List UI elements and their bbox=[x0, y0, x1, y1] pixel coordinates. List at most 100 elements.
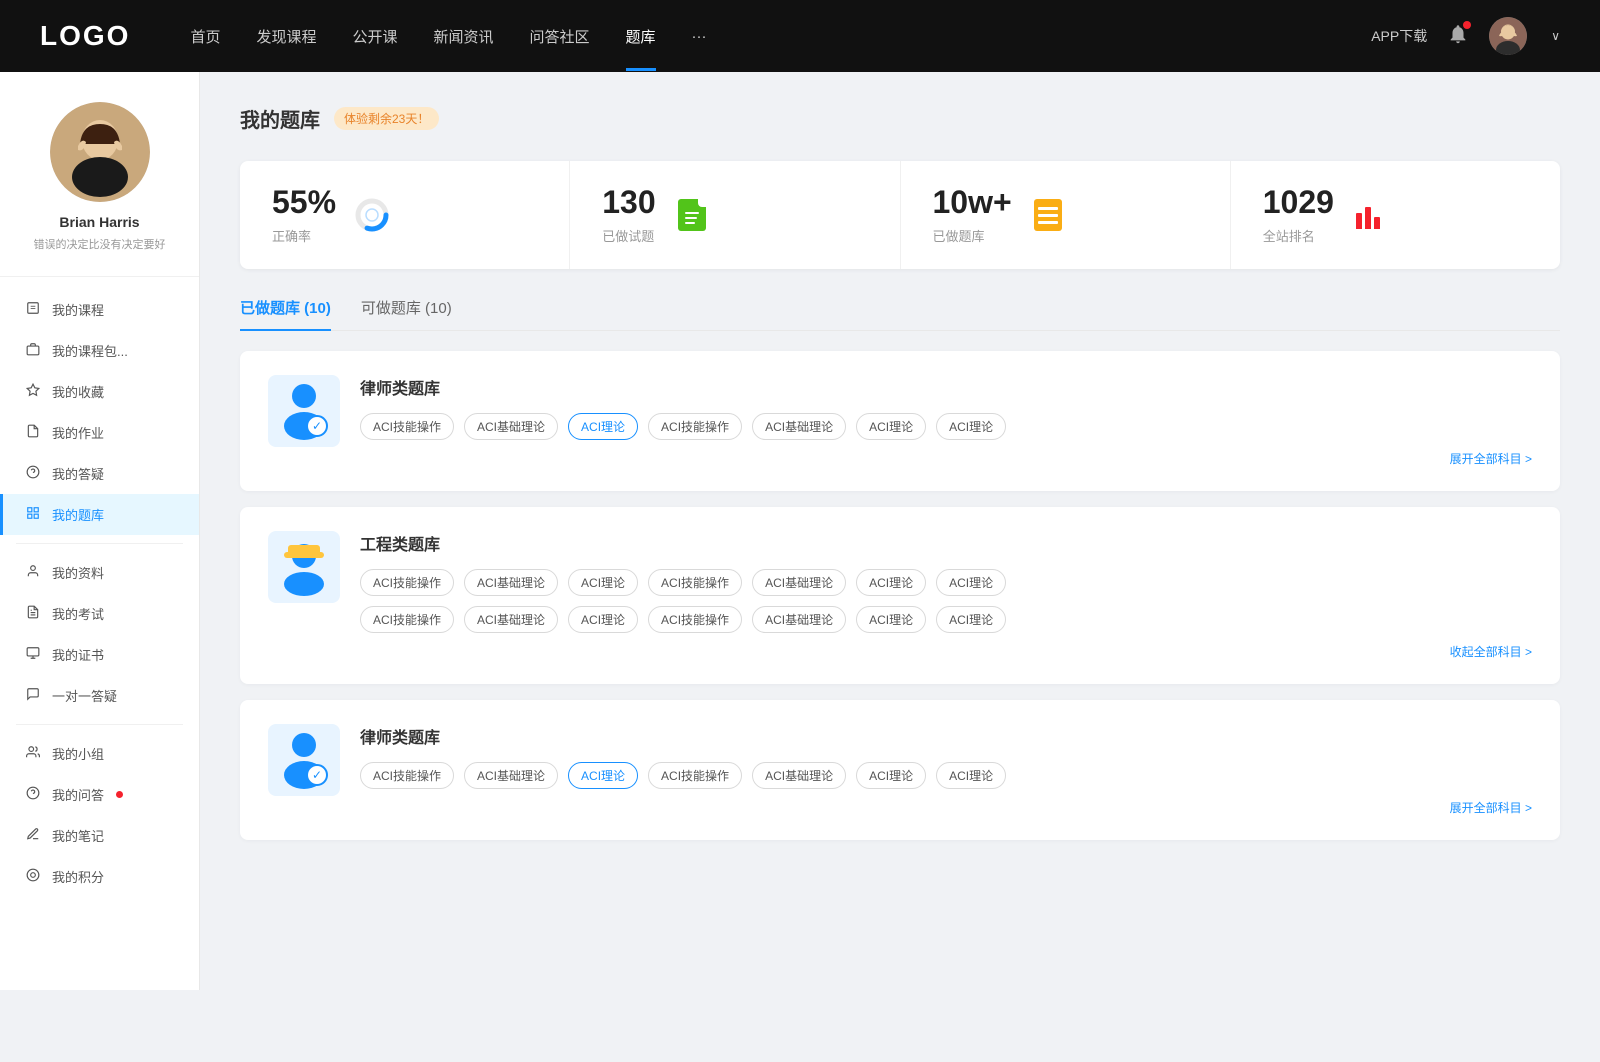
app-download-button[interactable]: APP下载 bbox=[1371, 26, 1427, 46]
sidebar-item-qanda-label: 我的答疑 bbox=[52, 464, 104, 483]
qbank-tag-1-3[interactable]: ACI技能操作 bbox=[648, 413, 742, 440]
qbank-tag-1-4[interactable]: ACI基础理论 bbox=[752, 413, 846, 440]
sidebar-item-courses[interactable]: 我的课程 bbox=[0, 289, 199, 330]
qa-notification-dot bbox=[116, 791, 123, 798]
qbank-tag-2-1[interactable]: ACI基础理论 bbox=[464, 569, 558, 596]
page-header: 我的题库 体验剩余23天！ bbox=[240, 104, 1560, 133]
nav-item-more[interactable]: ··· bbox=[692, 28, 707, 45]
qbank-content-1: 律师类题库 ACI技能操作 ACI基础理论 ACI理论 ACI技能操作 ACI基… bbox=[360, 375, 1532, 467]
nav-item-open[interactable]: 公开课 bbox=[352, 26, 397, 47]
bar-3 bbox=[1374, 217, 1380, 229]
nav-item-news[interactable]: 新闻资讯 bbox=[434, 26, 494, 47]
sidebar-item-courses-label: 我的课程 bbox=[52, 300, 104, 319]
doc-line-1 bbox=[685, 212, 699, 214]
qbank-tag-2r2-0[interactable]: ACI技能操作 bbox=[360, 606, 454, 633]
sidebar-item-exam[interactable]: 我的考试 bbox=[0, 593, 199, 634]
nav-item-discover[interactable]: 发现课程 bbox=[256, 26, 316, 47]
favorites-icon bbox=[24, 383, 42, 400]
lawyer-icon-svg-2: ✓ bbox=[278, 731, 330, 789]
qbank-tag-2r2-5[interactable]: ACI理论 bbox=[856, 606, 926, 633]
sidebar-item-my-qa[interactable]: 我的问答 bbox=[0, 774, 199, 815]
qbank-tag-2r2-4[interactable]: ACI基础理论 bbox=[752, 606, 846, 633]
trial-badge: 体验剩余23天！ bbox=[334, 107, 439, 130]
nav-item-qa[interactable]: 问答社区 bbox=[530, 26, 590, 47]
qbank-title-3: 律师类题库 bbox=[360, 724, 1532, 748]
list-line-3 bbox=[1038, 221, 1058, 224]
sidebar-item-profile[interactable]: 我的资料 bbox=[0, 552, 199, 593]
qbank-content-3: 律师类题库 ACI技能操作 ACI基础理论 ACI理论 ACI技能操作 ACI基… bbox=[360, 724, 1532, 816]
sidebar-item-qbank[interactable]: 我的题库 bbox=[0, 494, 199, 535]
sidebar-item-1on1[interactable]: 一对一答疑 bbox=[0, 675, 199, 716]
qbank-tag-2-3[interactable]: ACI技能操作 bbox=[648, 569, 742, 596]
qbank-tag-2r2-3[interactable]: ACI技能操作 bbox=[648, 606, 742, 633]
stat-icon-questions bbox=[672, 195, 712, 235]
sidebar-item-points[interactable]: 我的积分 bbox=[0, 856, 199, 897]
qbank-tag-1-1[interactable]: ACI基础理论 bbox=[464, 413, 558, 440]
sidebar-item-packages-label: 我的课程包... bbox=[52, 341, 128, 360]
qbank-card-header-2: 工程类题库 ACI技能操作 ACI基础理论 ACI理论 ACI技能操作 ACI基… bbox=[268, 531, 1532, 660]
qbank-tag-3-0[interactable]: ACI技能操作 bbox=[360, 762, 454, 789]
sidebar-item-certificate[interactable]: 我的证书 bbox=[0, 634, 199, 675]
qbank-tag-1-6[interactable]: ACI理论 bbox=[936, 413, 1006, 440]
qbank-tag-3-2[interactable]: ACI理论 bbox=[568, 762, 638, 789]
nav-item-qbank[interactable]: 题库 bbox=[626, 26, 656, 47]
doc-line-2 bbox=[685, 217, 697, 219]
qbank-tag-2-2[interactable]: ACI理论 bbox=[568, 569, 638, 596]
qbank-expand-link-1[interactable]: 展开全部科目 > bbox=[360, 450, 1532, 467]
notification-bell[interactable] bbox=[1447, 23, 1469, 50]
qbank-tag-2-6[interactable]: ACI理论 bbox=[936, 569, 1006, 596]
qbank-tag-2r2-1[interactable]: ACI基础理论 bbox=[464, 606, 558, 633]
qbank-icon-wrap-1: ✓ bbox=[268, 375, 340, 447]
groups-icon bbox=[24, 745, 42, 762]
qbank-tag-3-4[interactable]: ACI基础理论 bbox=[752, 762, 846, 789]
bar-1 bbox=[1356, 213, 1362, 229]
qbank-icon bbox=[24, 506, 42, 523]
qbank-title-1: 律师类题库 bbox=[360, 375, 1532, 399]
qbank-tag-2-0[interactable]: ACI技能操作 bbox=[360, 569, 454, 596]
qbank-expand-link-3[interactable]: 展开全部科目 > bbox=[360, 799, 1532, 816]
qbank-tag-3-3[interactable]: ACI技能操作 bbox=[648, 762, 742, 789]
qbank-tag-3-5[interactable]: ACI理论 bbox=[856, 762, 926, 789]
sidebar-item-groups[interactable]: 我的小组 bbox=[0, 733, 199, 774]
sidebar-item-course-packages[interactable]: 我的课程包... bbox=[0, 330, 199, 371]
certificate-icon bbox=[24, 646, 42, 663]
tab-available-banks[interactable]: 可做题库 (10) bbox=[361, 297, 452, 330]
qbank-tag-2r2-6[interactable]: ACI理论 bbox=[936, 606, 1006, 633]
qbank-tag-1-5[interactable]: ACI理论 bbox=[856, 413, 926, 440]
sidebar-item-favorites[interactable]: 我的收藏 bbox=[0, 371, 199, 412]
sidebar-item-homework[interactable]: 我的作业 bbox=[0, 412, 199, 453]
tab-done-banks[interactable]: 已做题库 (10) bbox=[240, 297, 331, 330]
user-menu-chevron[interactable]: ∨ bbox=[1551, 29, 1560, 43]
nav-menu: 首页 发现课程 公开课 新闻资讯 问答社区 题库 ··· bbox=[190, 26, 1371, 47]
qbank-tag-2r2-2[interactable]: ACI理论 bbox=[568, 606, 638, 633]
notes-icon bbox=[24, 827, 42, 844]
qbank-tag-1-0[interactable]: ACI技能操作 bbox=[360, 413, 454, 440]
qbank-tag-2-4[interactable]: ACI基础理论 bbox=[752, 569, 846, 596]
svg-text:✓: ✓ bbox=[312, 768, 322, 782]
nav-item-home[interactable]: 首页 bbox=[190, 26, 220, 47]
qbank-card-lawyer-1: ✓ 律师类题库 ACI技能操作 ACI基础理论 ACI理论 ACI技能操作 AC… bbox=[240, 351, 1560, 491]
tabs-row: 已做题库 (10) 可做题库 (10) bbox=[240, 297, 1560, 331]
sidebar-item-notes[interactable]: 我的笔记 bbox=[0, 815, 199, 856]
qbank-tags-2-row1: ACI技能操作 ACI基础理论 ACI理论 ACI技能操作 ACI基础理论 AC… bbox=[360, 569, 1532, 596]
stat-value-questions: 130 bbox=[602, 185, 655, 220]
stat-text-questions: 130 已做试题 bbox=[602, 185, 655, 245]
stat-label-ranking: 全站排名 bbox=[1263, 226, 1334, 245]
qbank-tag-3-1[interactable]: ACI基础理论 bbox=[464, 762, 558, 789]
qbank-tag-3-6[interactable]: ACI理论 bbox=[936, 762, 1006, 789]
sidebar-item-my-qa-label: 我的问答 bbox=[52, 785, 104, 804]
qbank-expand-link-2[interactable]: 收起全部科目 > bbox=[360, 643, 1532, 660]
stat-icon-accuracy bbox=[352, 195, 392, 235]
bar-2 bbox=[1365, 207, 1371, 229]
qbank-card-header-3: ✓ 律师类题库 ACI技能操作 ACI基础理论 ACI理论 ACI技能操作 AC… bbox=[268, 724, 1532, 816]
stat-label-banks: 已做题库 bbox=[933, 226, 1012, 245]
doc-line-3 bbox=[685, 222, 695, 224]
qbank-tag-2-5[interactable]: ACI理论 bbox=[856, 569, 926, 596]
qbank-tag-1-2[interactable]: ACI理论 bbox=[568, 413, 638, 440]
logo[interactable]: LOGO bbox=[40, 20, 130, 52]
course-packages-icon bbox=[24, 342, 42, 359]
user-avatar[interactable] bbox=[1489, 17, 1527, 55]
sidebar-divider-2 bbox=[16, 724, 183, 725]
sidebar-item-qanda[interactable]: 我的答疑 bbox=[0, 453, 199, 494]
sidebar: Brian Harris 错误的决定比没有决定要好 我的课程 我的课程包... bbox=[0, 72, 200, 990]
